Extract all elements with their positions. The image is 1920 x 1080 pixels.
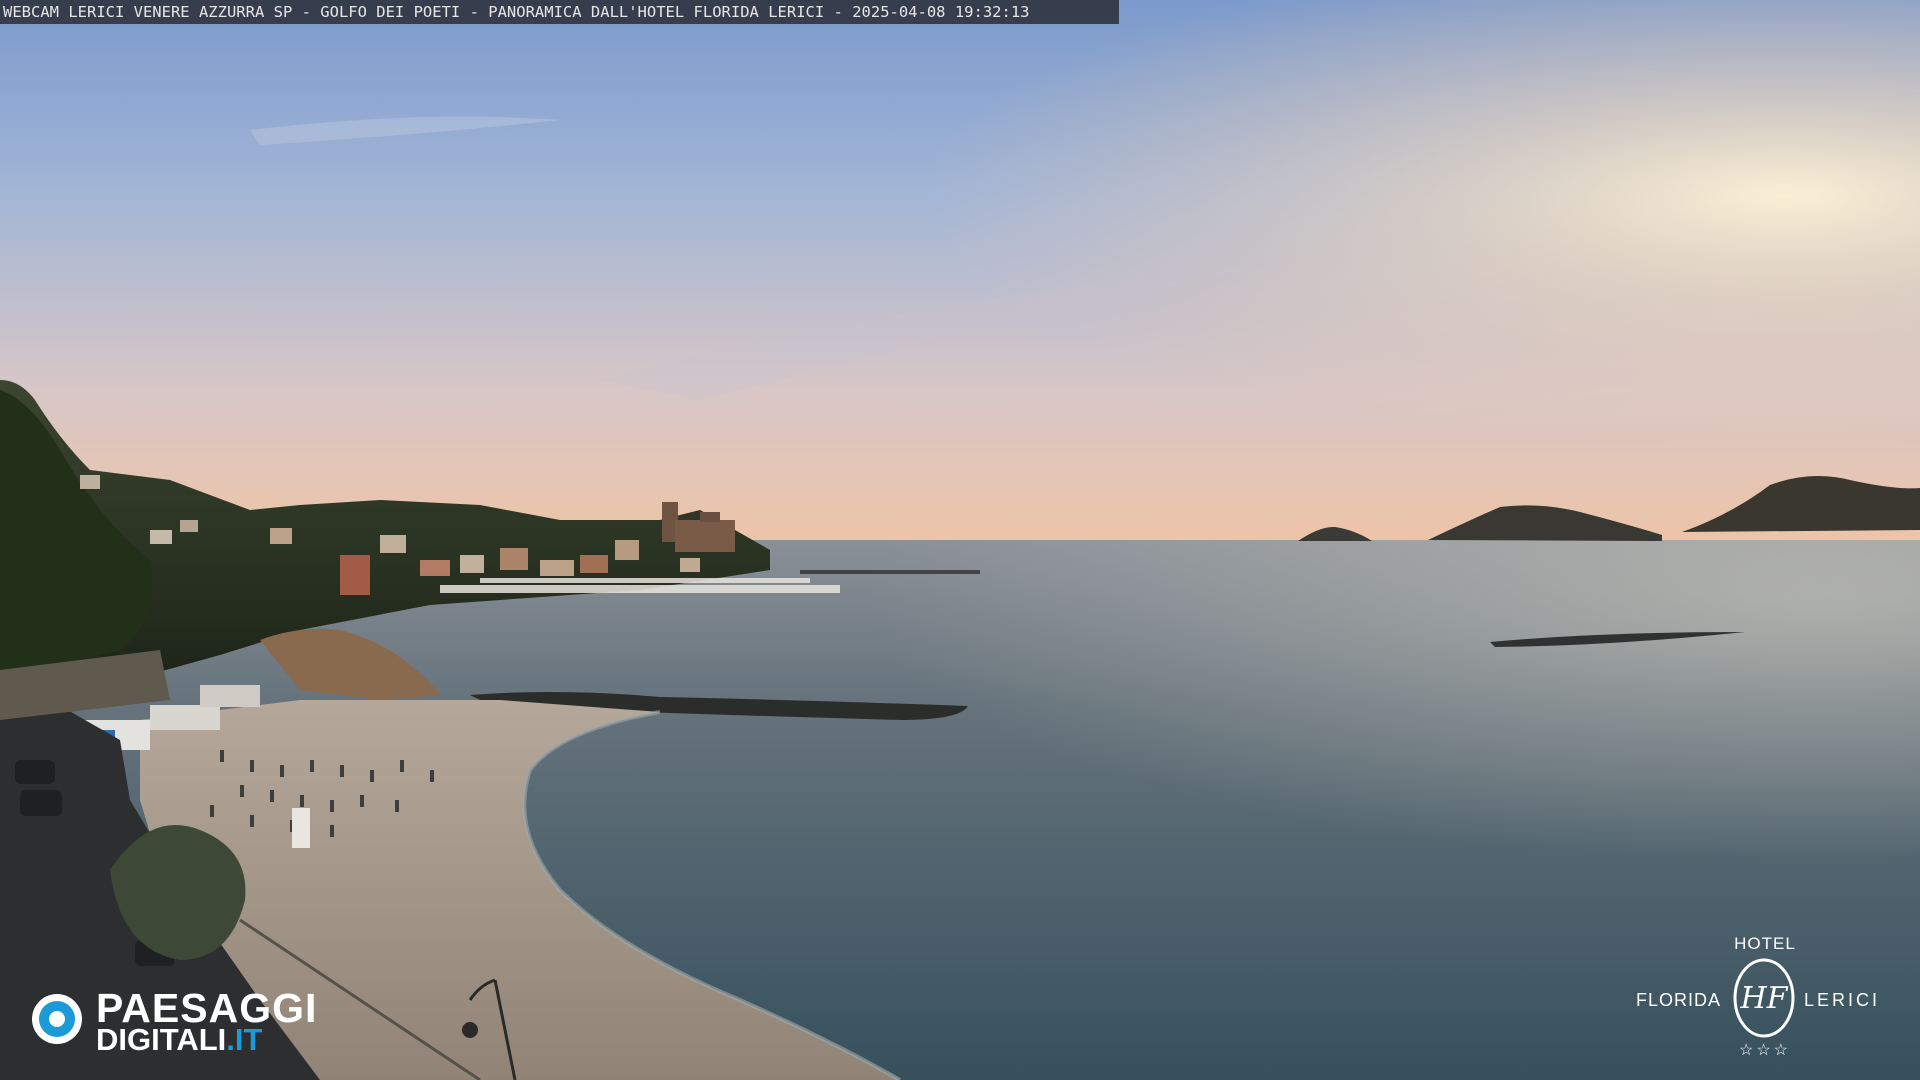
- hotel-name-right: LERICI: [1804, 990, 1881, 1010]
- hotel-name-left: FLORIDA: [1636, 990, 1722, 1010]
- hotel-monogram-text: HF: [1740, 981, 1789, 1016]
- webcam-scene: [0, 0, 1920, 1080]
- hotel-stars: ☆☆☆: [1738, 1042, 1792, 1059]
- paesaggi-digitali-logo: PAESAGGI DIGITALI.IT: [30, 988, 340, 1058]
- harbor-pier: [800, 570, 980, 574]
- eye-ring-icon: [32, 994, 82, 1044]
- brand-word-2-accent: .IT: [226, 1022, 263, 1057]
- brand-word-2: DIGITALI.IT: [96, 1024, 262, 1056]
- hotel-label: HOTEL: [1734, 934, 1796, 953]
- webcam-caption: WEBCAM LERICI VENERE AZZURRA SP - GOLFO …: [0, 0, 1119, 24]
- hotel-monogram-icon: HF: [1733, 958, 1795, 1038]
- lamp-head: [462, 1022, 478, 1038]
- lifeguard-tower: [292, 808, 310, 848]
- sun-glow: [0, 0, 1920, 560]
- hotel-florida-logo: HOTEL FLORIDA HF LERICI ☆☆☆: [1630, 934, 1900, 1064]
- brand-word-2-main: DIGITALI: [96, 1022, 227, 1057]
- caption-text: WEBCAM LERICI VENERE AZZURRA SP - GOLFO …: [3, 3, 1030, 21]
- harbor-boats: [440, 578, 840, 593]
